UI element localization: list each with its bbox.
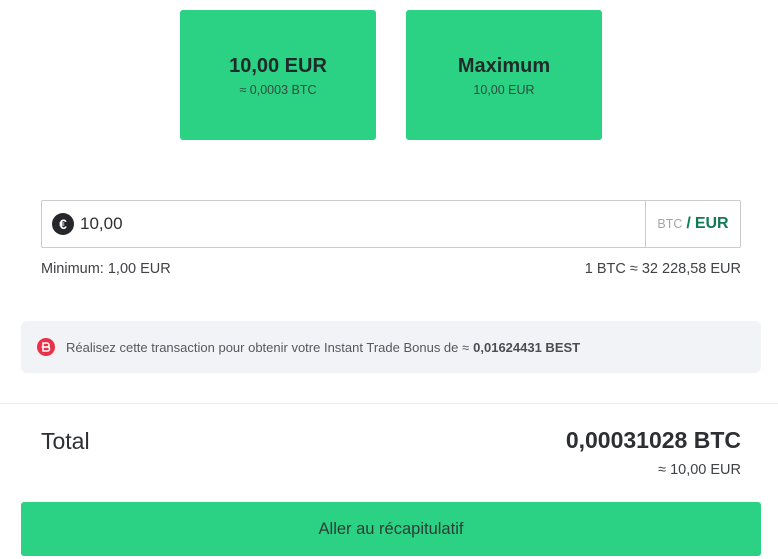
total-label: Total <box>41 428 90 454</box>
exchange-rate-label: 1 BTC ≈ 32 228,58 EUR <box>584 261 741 277</box>
total-eur-value: ≈ 10,00 EUR <box>658 462 741 478</box>
currency-toggle[interactable]: BTC / EUR <box>645 201 740 247</box>
amount-input[interactable] <box>80 204 645 244</box>
currency-option-btc[interactable]: BTC <box>657 217 682 231</box>
quick-amount-sub: ≈ 0,0003 BTC <box>239 82 317 97</box>
trade-panel: 10,00 EUR ≈ 0,0003 BTC Maximum 10,00 EUR… <box>0 0 778 559</box>
quick-amount-main: 10,00 EUR <box>229 54 327 77</box>
euro-icon: € <box>52 213 74 235</box>
minimum-amount-label: Minimum: 1,00 EUR <box>41 261 171 277</box>
quick-amount-sub: 10,00 EUR <box>473 82 535 97</box>
go-to-summary-button[interactable]: Aller au récapitulatif <box>21 502 761 556</box>
best-token-icon <box>37 338 55 356</box>
divider <box>0 403 778 404</box>
currency-option-eur[interactable]: EUR <box>695 215 729 233</box>
amount-input-row: € BTC / EUR <box>41 200 741 248</box>
currency-separator: / <box>686 215 691 232</box>
bonus-text: Réalisez cette transaction pour obtenir … <box>66 339 470 355</box>
quick-amount-10-eur-button[interactable]: 10,00 EUR ≈ 0,0003 BTC <box>180 10 376 140</box>
total-btc-value: 0,00031028 BTC <box>565 427 741 453</box>
bonus-value: 0,01624431 BEST <box>473 339 581 355</box>
quick-amount-main: Maximum <box>457 54 551 77</box>
quick-amount-maximum-button[interactable]: Maximum 10,00 EUR <box>406 10 602 140</box>
bonus-banner: Réalisez cette transaction pour obtenir … <box>21 321 761 373</box>
